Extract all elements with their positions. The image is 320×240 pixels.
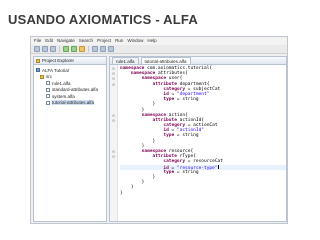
- menu-bar: File Edit Navigate Search Project Run Wi…: [31, 37, 287, 45]
- menu-window[interactable]: Window: [127, 37, 143, 45]
- file-icon: [46, 81, 50, 86]
- code-editor: rule1.alfa tutorial-attributes.alfa ⊖ ⊖ ⊖ ⊖…: [109, 56, 287, 222]
- search-icon[interactable]: [92, 46, 98, 52]
- toolbar: [31, 45, 287, 54]
- tree-item-label: tutorial-attributes.alfa: [52, 100, 95, 106]
- slide-title: USANDO AXIOMATICS - ALFA: [8, 12, 198, 27]
- project-explorer-tab[interactable]: Project Explorer: [34, 57, 106, 65]
- menu-file[interactable]: File: [34, 37, 41, 45]
- project-explorer-label: Project Explorer: [42, 58, 75, 63]
- file-icon: [46, 100, 50, 105]
- menu-search[interactable]: Search: [79, 37, 93, 45]
- text-caret: [217, 164, 219, 170]
- project-explorer-pane: Project Explorer ALFA Tutorial src rule1…: [33, 56, 107, 222]
- print-icon[interactable]: [50, 46, 56, 52]
- file-icon: [46, 94, 50, 99]
- code-text[interactable]: namespace com.axiomatics.tutorial{ names…: [118, 65, 286, 221]
- project-tree: ALFA Tutorial src rule1.alfa standard-at…: [34, 65, 106, 106]
- debug-icon[interactable]: [63, 46, 69, 52]
- tree-item-file[interactable]: tutorial-attributes.alfa: [36, 100, 106, 107]
- toolbar-separator: [59, 46, 60, 52]
- tree-item-label: rule1.alfa: [52, 80, 71, 86]
- tree-item-label: standard-attributes.alfa: [52, 87, 99, 93]
- ide-window: File Edit Navigate Search Project Run Wi…: [30, 36, 288, 224]
- new-file-icon[interactable]: [34, 46, 40, 52]
- folder-icon: [40, 74, 44, 79]
- back-icon[interactable]: [100, 46, 106, 52]
- save-icon[interactable]: [42, 46, 48, 52]
- editor-tab-bar: rule1.alfa tutorial-attributes.alfa: [110, 57, 286, 65]
- editor-gutter: ⊖ ⊖ ⊖ ⊖ ⊖ ⊖ ⊖ ⊖: [110, 65, 118, 221]
- forward-icon[interactable]: [108, 46, 114, 52]
- tree-item-label: src: [46, 74, 52, 80]
- external-tools-icon[interactable]: [79, 46, 85, 52]
- menu-project[interactable]: Project: [97, 37, 111, 45]
- menu-navigate[interactable]: Navigate: [57, 37, 75, 45]
- run-icon[interactable]: [71, 46, 77, 52]
- editor-tab-rule1[interactable]: rule1.alfa: [112, 57, 139, 64]
- project-icon: [36, 68, 40, 73]
- code-line[interactable]: }: [120, 191, 286, 196]
- tree-item-label: system.alfa: [52, 93, 75, 99]
- code-area[interactable]: ⊖ ⊖ ⊖ ⊖ ⊖ ⊖ ⊖ ⊖ namespace com.axiomatics.tutori…: [110, 65, 286, 221]
- fold-marker: [110, 191, 117, 196]
- file-icon: [46, 87, 50, 92]
- editor-tab-tutorial-attributes[interactable]: tutorial-attributes.alfa: [140, 57, 191, 64]
- menu-help[interactable]: Help: [147, 37, 156, 45]
- menu-edit[interactable]: Edit: [45, 37, 53, 45]
- tree-item-label: ALFA Tutorial: [42, 67, 69, 73]
- explorer-icon: [36, 58, 40, 63]
- menu-run[interactable]: Run: [115, 37, 123, 45]
- toolbar-separator: [88, 46, 89, 52]
